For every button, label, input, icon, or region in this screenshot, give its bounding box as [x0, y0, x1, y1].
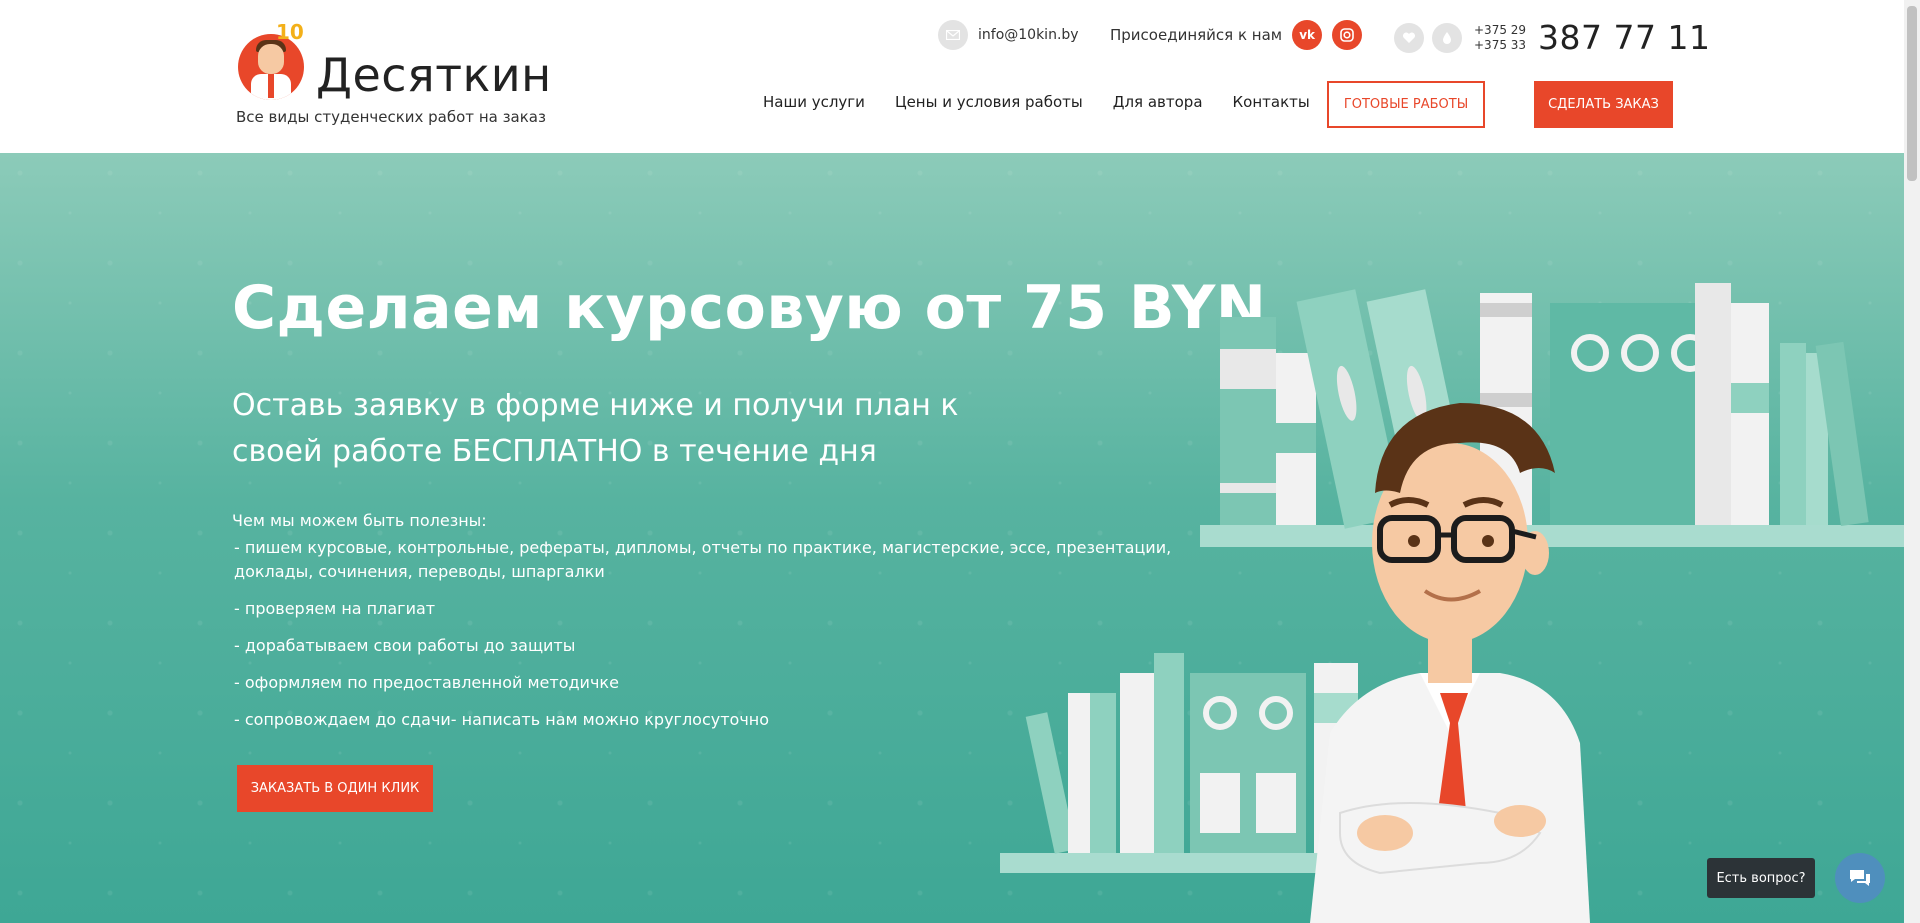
- ready-works-button[interactable]: ГОТОВЫЕ РАБОТЫ: [1327, 81, 1485, 128]
- logo-badge-number: 10: [276, 20, 304, 44]
- instagram-icon[interactable]: [1332, 20, 1363, 50]
- drop-icon: [1432, 22, 1462, 53]
- logo[interactable]: 10 Десяткин Все виды студенческих работ …: [236, 20, 551, 132]
- phone-block[interactable]: +375 29 +375 33 387 77 11: [1394, 18, 1711, 57]
- scrollbar-thumb[interactable]: [1907, 6, 1917, 181]
- join-label: Присоединяйся к нам: [1110, 26, 1283, 44]
- make-order-button[interactable]: СДЕЛАТЬ ЗАКАЗ: [1534, 81, 1673, 128]
- contact-email[interactable]: info@10kin.by: [938, 20, 1079, 50]
- logo-name: Десяткин: [316, 48, 552, 102]
- page-scrollbar[interactable]: [1904, 0, 1920, 923]
- email-link[interactable]: info@10kin.by: [978, 27, 1079, 43]
- nav-item-for-authors[interactable]: Для автора: [1113, 93, 1203, 111]
- site-header: 10 Десяткин Все виды студенческих работ …: [0, 0, 1920, 153]
- student-illustration: [1000, 283, 1904, 923]
- envelope-icon: [938, 20, 968, 50]
- nav-item-services[interactable]: Наши услуги: [763, 93, 865, 111]
- social-links: Присоединяйся к нам vk: [1110, 20, 1363, 50]
- chat-prompt[interactable]: Есть вопрос?: [1707, 858, 1815, 898]
- main-nav: Наши услуги Цены и условия работы Для ав…: [763, 93, 1310, 111]
- chat-bubbles-icon[interactable]: [1835, 853, 1885, 903]
- phone-codes: +375 29 +375 33: [1474, 23, 1526, 53]
- one-click-order-button[interactable]: ЗАКАЗАТЬ В ОДИН КЛИК: [237, 765, 433, 812]
- logo-tagline: Все виды студенческих работ на заказ: [236, 108, 546, 126]
- nav-item-contacts[interactable]: Контакты: [1233, 93, 1310, 111]
- viber-icon: [1394, 22, 1424, 53]
- phone-number[interactable]: 387 77 11: [1538, 18, 1710, 57]
- vk-icon[interactable]: vk: [1292, 20, 1323, 50]
- hero-section: Сделаем курсовую от 75 BYN Оставь заявку…: [0, 153, 1904, 923]
- nav-item-prices[interactable]: Цены и условия работы: [895, 93, 1083, 111]
- phone-code-1: +375 29: [1474, 22, 1527, 37]
- hero-subtitle: Оставь заявку в форме ниже и получи план…: [232, 388, 959, 469]
- phone-code-2: +375 33: [1474, 37, 1527, 52]
